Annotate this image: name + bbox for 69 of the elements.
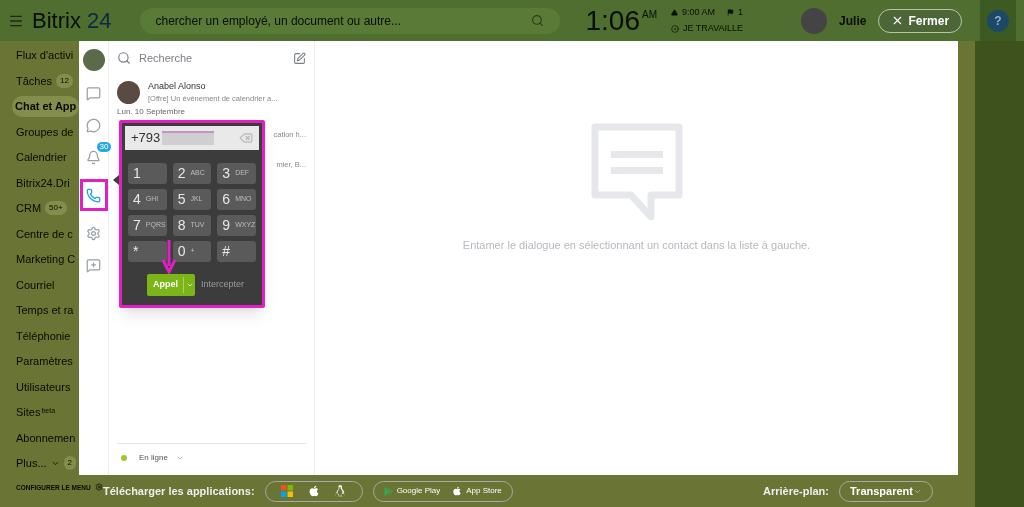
help-button[interactable]: ? bbox=[987, 9, 1009, 32]
menu-item[interactable]: Téléphonie bbox=[16, 327, 71, 344]
menu-item[interactable]: Chat et App bbox=[12, 96, 80, 117]
menu-counter: 50+ bbox=[45, 201, 67, 216]
record-icon bbox=[671, 24, 679, 33]
store-link[interactable]: Google Play bbox=[383, 485, 441, 497]
menu-item[interactable]: Marketing C bbox=[16, 251, 76, 268]
search-icon bbox=[530, 14, 544, 27]
search-field[interactable]: chercher un employé, un document ou autre... bbox=[139, 7, 560, 34]
avatar[interactable] bbox=[82, 49, 105, 71]
menu-item[interactable]: Bitrix24.Dri bbox=[16, 174, 70, 191]
caret-icon bbox=[185, 281, 194, 289]
background-label: Arrière-plan: bbox=[762, 483, 829, 499]
logo: Bitrix 24 bbox=[32, 7, 112, 35]
settings-icon bbox=[94, 483, 103, 492]
status-selector[interactable]: En ligne bbox=[139, 451, 168, 464]
menu-item[interactable]: Centre de c bbox=[16, 225, 73, 242]
menu-item[interactable]: Courriel bbox=[16, 276, 55, 293]
menu-item[interactable]: Temps et ra bbox=[16, 302, 74, 319]
settings-icon bbox=[86, 225, 101, 241]
annotation-arrow bbox=[162, 240, 176, 274]
intercept-link[interactable]: Intercepter bbox=[201, 278, 245, 292]
user-name[interactable]: Julie bbox=[839, 11, 867, 30]
menu-item[interactable]: Paramètres bbox=[16, 353, 73, 370]
store-link[interactable]: App Store bbox=[452, 485, 502, 497]
linux-icon[interactable] bbox=[334, 485, 347, 497]
dialpad-key[interactable]: # bbox=[217, 241, 256, 262]
dialpad-key[interactable]: * bbox=[128, 241, 167, 262]
avatar bbox=[117, 80, 140, 104]
alarm-time: 9:00 AM bbox=[682, 5, 716, 19]
close-button[interactable]: Fermer bbox=[878, 8, 963, 33]
clock-suffix: AM bbox=[642, 7, 657, 22]
chat-plus-icon bbox=[86, 257, 101, 273]
blurred-digits bbox=[162, 131, 215, 145]
notification-badge: 30 bbox=[95, 141, 113, 153]
play-icon bbox=[383, 486, 393, 496]
apple-icon[interactable] bbox=[307, 485, 320, 497]
backspace-icon[interactable] bbox=[239, 131, 253, 145]
clock-time: 1:06 bbox=[585, 6, 640, 35]
flag-count: 1 bbox=[738, 5, 744, 19]
speech-bubble-icon bbox=[86, 117, 101, 133]
phone-number-field[interactable]: +793 bbox=[125, 126, 259, 150]
dialpad-key[interactable]: 1 bbox=[128, 163, 167, 184]
apple-icon bbox=[452, 486, 463, 496]
call-button[interactable]: Appel bbox=[147, 274, 195, 296]
compose-icon[interactable] bbox=[293, 51, 306, 65]
menu-item[interactable]: CRM bbox=[16, 200, 42, 217]
contact-name: Anabel Alonso bbox=[148, 79, 207, 93]
menu-item[interactable]: Tâches bbox=[16, 72, 53, 89]
phone-icon bbox=[86, 187, 101, 203]
menu-item[interactable]: Flux d'activi bbox=[16, 47, 74, 64]
chat-icon bbox=[86, 85, 101, 101]
menu-item[interactable]: Utilisateurs bbox=[16, 378, 71, 395]
triangle-icon bbox=[671, 8, 678, 16]
menu-item[interactable]: Plus... bbox=[16, 455, 47, 472]
menu-item[interactable]: Calendrier bbox=[16, 149, 67, 166]
windows-icon[interactable] bbox=[280, 485, 293, 497]
menu-item[interactable]: Groupes de bbox=[16, 123, 74, 140]
date-separator: Lun. 10 Septembre bbox=[116, 107, 187, 117]
flag-icon bbox=[727, 8, 735, 16]
search-icon bbox=[117, 51, 131, 65]
search-field[interactable]: Recherche bbox=[139, 49, 285, 67]
download-label: Télécharger les applications: bbox=[103, 483, 255, 499]
empty-state-text: Entamer le dialogue en sélectionnant un contact dans la liste à gauche. bbox=[462, 238, 811, 253]
bell-icon bbox=[86, 149, 101, 165]
menu-item[interactable]: Sites$^{beta}$ bbox=[16, 404, 56, 421]
menu-item[interactable]: Abonnemen bbox=[16, 429, 76, 446]
work-status[interactable]: JE TRAVAILLE bbox=[683, 22, 744, 36]
nav-tab[interactable] bbox=[79, 179, 108, 211]
